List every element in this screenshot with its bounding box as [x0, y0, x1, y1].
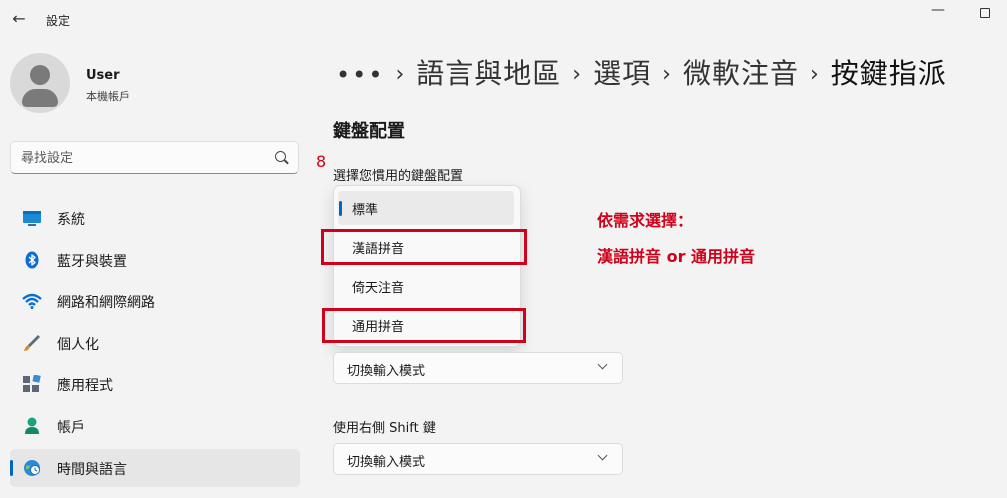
globe-clock-icon: [24, 460, 40, 476]
sidebar-item-label: 個人化: [57, 337, 99, 353]
breadcrumb-more-button[interactable]: •••: [336, 61, 384, 89]
input-mode-combo[interactable]: 切換輸入模式: [333, 352, 623, 384]
keyboard-layout-label: 選擇您慣用的鍵盤配置: [333, 169, 464, 184]
back-arrow-icon: ←: [12, 9, 26, 28]
brush-icon: [24, 335, 40, 351]
back-button[interactable]: ←: [8, 8, 30, 30]
system-icon: [23, 211, 41, 226]
wifi-icon: [22, 293, 42, 309]
breadcrumb-separator: ›: [809, 62, 820, 87]
sidebar-item-label: 系統: [57, 212, 85, 228]
search-input[interactable]: [21, 148, 261, 168]
sidebar-item-system[interactable]: 系統: [10, 199, 300, 237]
highlight-box-tongyong-pinyin: [322, 308, 526, 343]
breadcrumb-separator: ›: [662, 62, 672, 87]
minimize-button[interactable]: —: [928, 2, 948, 22]
selection-indicator: [10, 460, 13, 476]
search-box[interactable]: [10, 141, 299, 174]
option-label: 倚天注音: [352, 281, 405, 296]
option-eten[interactable]: 倚天注音: [338, 269, 514, 303]
sidebar-item-label: 帳戶: [57, 420, 85, 436]
option-label: 標準: [352, 203, 379, 218]
avatar[interactable]: [10, 53, 70, 113]
right-shift-combo[interactable]: 切換輸入模式: [333, 443, 623, 475]
chevron-down-icon: [597, 450, 608, 461]
sidebar-item-bluetooth[interactable]: 藍牙與裝置: [10, 241, 300, 279]
sidebar-item-time-language[interactable]: 時間與語言: [10, 449, 300, 487]
breadcrumb-current-page: 按鍵指派: [830, 57, 947, 90]
bluetooth-icon: [25, 251, 39, 269]
sidebar-item-label: 應用程式: [57, 378, 113, 394]
breadcrumb-separator: ›: [395, 62, 406, 87]
breadcrumb-item-options[interactable]: 選項: [593, 57, 651, 90]
right-shift-label: 使用右側 Shift 鍵: [333, 421, 436, 436]
search-icon[interactable]: [275, 151, 286, 162]
breadcrumb-item-bopomofo[interactable]: 微軟注音: [683, 57, 799, 90]
chevron-down-icon: [597, 359, 608, 370]
selected-indicator: [339, 201, 342, 216]
combo-value: 切換輸入模式: [347, 455, 426, 470]
user-name: User: [86, 68, 120, 83]
sidebar-item-personalization[interactable]: 個人化: [10, 324, 300, 362]
avatar-body: [22, 89, 58, 107]
sidebar-item-label: 藍牙與裝置: [57, 254, 127, 270]
annotation-line-2: 漢語拼音 or 通用拼音: [597, 247, 756, 266]
highlight-box-hanyu-pinyin: [321, 229, 527, 265]
annotation-line-1: 依需求選擇：: [597, 211, 694, 230]
option-standard[interactable]: 標準: [338, 191, 514, 225]
step-number: 8: [316, 152, 327, 171]
sidebar-item-label: 網路和網際網路: [57, 295, 155, 311]
apps-icon: [23, 375, 41, 392]
combo-value: 切換輸入模式: [347, 364, 426, 379]
account-type: 本機帳戶: [86, 90, 130, 103]
sidebar-item-apps[interactable]: 應用程式: [10, 365, 300, 403]
sidebar-item-accounts[interactable]: 帳戶: [10, 407, 300, 445]
breadcrumb-item-language-region[interactable]: 語言與地區: [416, 57, 561, 90]
minimize-icon: —: [931, 2, 945, 18]
maximize-button[interactable]: [974, 2, 994, 22]
sidebar-item-label: 時間與語言: [57, 462, 127, 478]
breadcrumb-separator: ›: [572, 62, 583, 87]
avatar-head: [30, 65, 50, 85]
window-title: 設定: [46, 14, 71, 28]
account-icon: [25, 417, 39, 434]
sidebar-item-network[interactable]: 網路和網際網路: [10, 282, 300, 320]
breadcrumb: ••• › 語言與地區 › 選項 › 微軟注音 › 按鍵指派: [336, 52, 947, 92]
section-title: 鍵盤配置: [333, 121, 405, 142]
